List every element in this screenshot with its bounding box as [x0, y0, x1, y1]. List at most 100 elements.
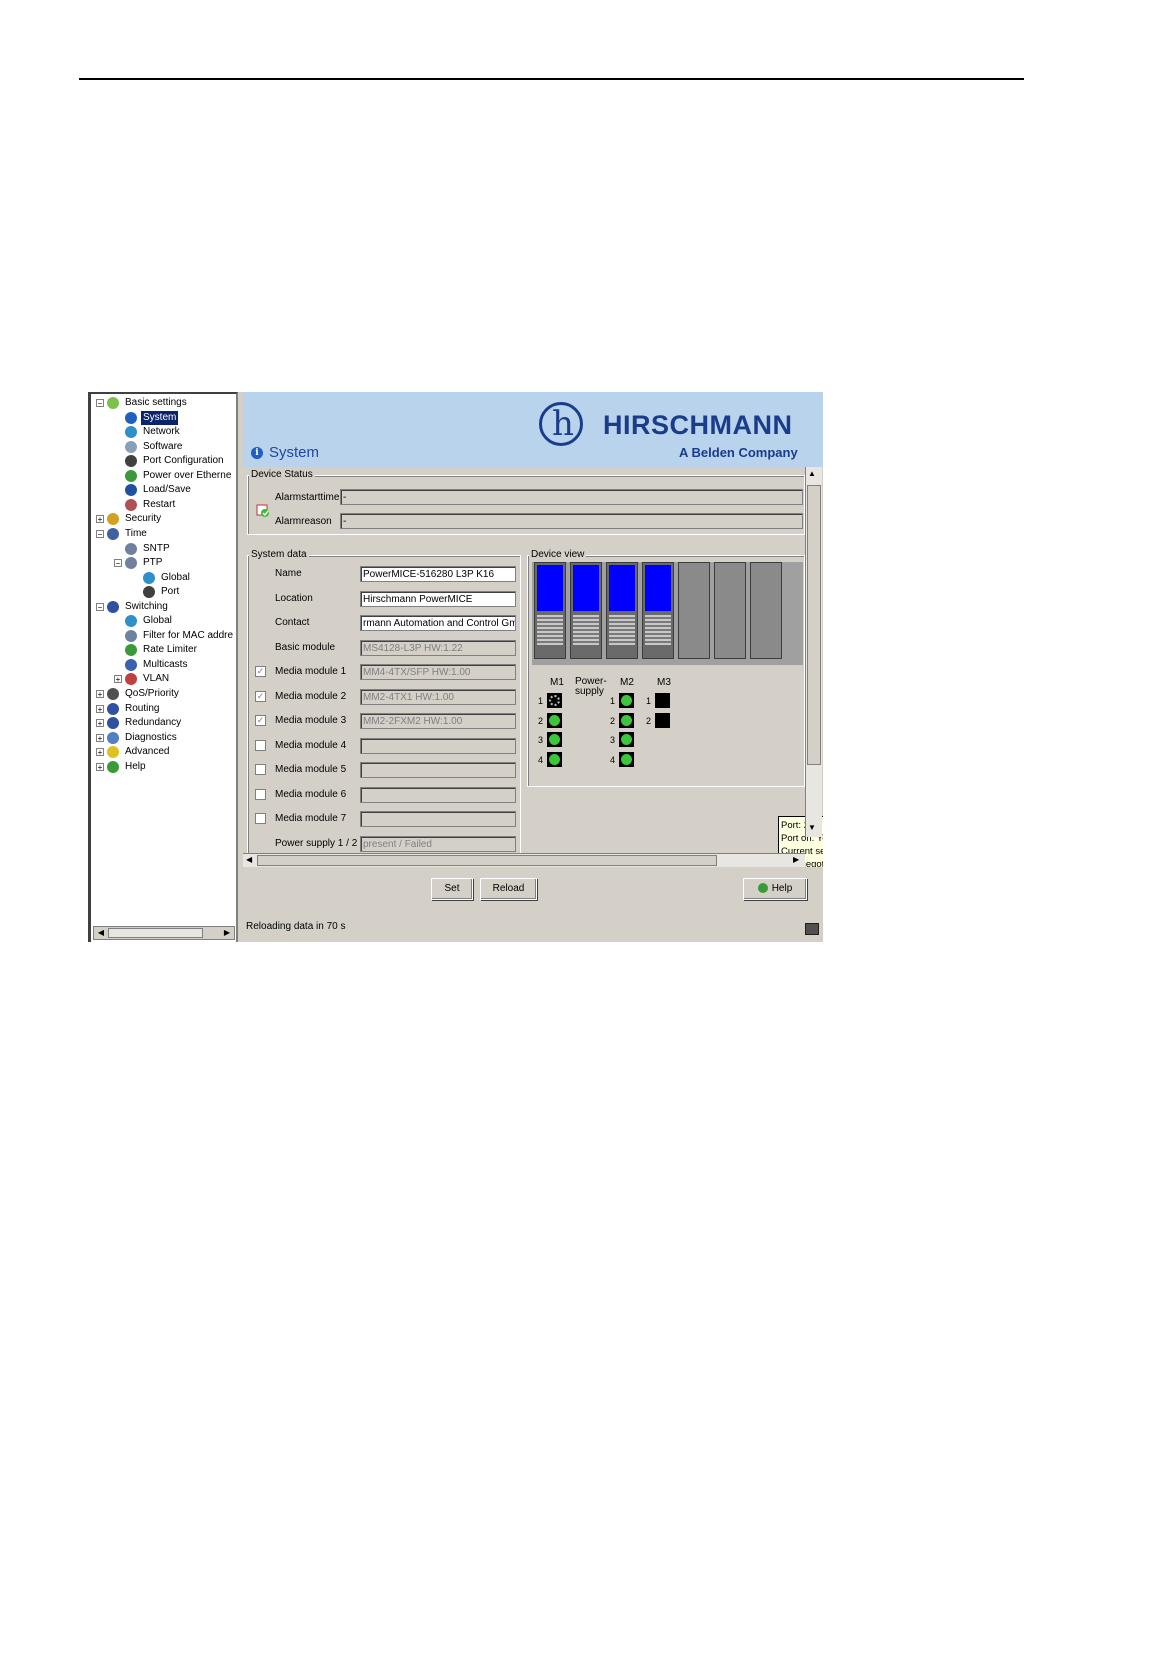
expand-icon[interactable]: + — [96, 704, 104, 713]
tree-item[interactable]: Global — [125, 614, 174, 628]
vertical-scrollbar[interactable]: ▲ ▼ — [805, 467, 822, 837]
system-data-label: Location — [275, 592, 313, 604]
tree-item[interactable]: + Routing — [96, 702, 161, 716]
horizontal-scroll-thumb[interactable] — [257, 855, 717, 866]
expand-icon[interactable]: + — [96, 733, 104, 742]
help-button[interactable]: Help — [743, 878, 807, 900]
system-data-label: Basic module — [275, 641, 336, 653]
scroll-down-icon[interactable]: ▼ — [808, 823, 816, 832]
expand-icon[interactable]: + — [96, 690, 104, 699]
horizontal-scrollbar[interactable]: ◀ ▶ — [243, 853, 805, 867]
tree-item-label: Switching — [125, 600, 168, 612]
tree-node-icon — [125, 629, 137, 642]
media-module-checkbox[interactable]: ✓ — [255, 715, 266, 726]
tree-node-icon — [107, 702, 119, 715]
collapse-icon[interactable]: − — [96, 602, 104, 611]
tree-item[interactable]: − PTP — [114, 556, 164, 570]
tree-item[interactable]: Software — [125, 440, 184, 454]
scroll-right-icon[interactable]: ▶ — [221, 928, 233, 938]
m1-port[interactable] — [547, 712, 562, 728]
tree-item[interactable]: − Switching — [96, 600, 170, 614]
tree-item[interactable]: Power over Etherne — [125, 469, 233, 483]
m1-port[interactable] — [547, 732, 562, 747]
port-number: 4 — [610, 754, 616, 765]
system-data-field[interactable]: PowerMICE-516280 L3P K16 — [360, 566, 516, 582]
vertical-scroll-thumb[interactable] — [807, 485, 821, 765]
tree-item[interactable]: Global — [143, 571, 192, 585]
tree-scroll-thumb[interactable] — [108, 928, 203, 938]
logo-glyph: h — [552, 404, 574, 444]
m1-port[interactable] — [547, 751, 562, 767]
scroll-up-icon[interactable]: ▲ — [808, 469, 816, 478]
system-data-field — [360, 737, 516, 754]
tree-node-icon — [107, 527, 119, 540]
expand-icon[interactable]: + — [96, 515, 104, 524]
navigation-tree[interactable]: − Basic settings System Network Software Port… — [88, 392, 238, 942]
tree-node-icon — [125, 644, 137, 657]
media-module-checkbox[interactable] — [255, 739, 266, 751]
tree-item[interactable]: Port — [143, 585, 181, 599]
system-data-label: Media module 2 — [275, 690, 347, 702]
tree-item[interactable]: + Redundancy — [96, 716, 183, 730]
scroll-left-icon[interactable]: ◀ — [95, 928, 107, 938]
system-data-field[interactable]: Hirschmann PowerMICE — [360, 590, 516, 607]
system-data-field[interactable]: rmann Automation and Control GmbH — [360, 615, 516, 631]
tree-item[interactable]: Port Configuration — [125, 454, 226, 468]
m2-port[interactable] — [619, 712, 634, 728]
tree-item[interactable]: − Basic settings — [96, 396, 189, 410]
tree-item-label: Time — [125, 527, 147, 539]
m2-port[interactable] — [619, 732, 634, 747]
tree-item-label: Restart — [143, 498, 176, 510]
media-module-checkbox[interactable] — [255, 813, 266, 824]
system-data-label: Power supply 1 / 2 — [275, 837, 358, 849]
tree-item[interactable]: + Help — [96, 760, 148, 774]
reload-button[interactable]: Reload — [480, 878, 537, 900]
media-module-checkbox[interactable] — [255, 788, 266, 800]
tree-node-icon — [125, 469, 137, 482]
module-slot-2 — [570, 562, 602, 659]
m1-port[interactable] — [547, 693, 562, 708]
page-title: i System — [251, 444, 319, 461]
tree-item[interactable]: + Diagnostics — [96, 731, 179, 745]
expand-icon[interactable]: + — [114, 675, 122, 684]
module-slot-5 — [678, 562, 710, 659]
set-button[interactable]: Set — [431, 878, 473, 900]
tree-item-label: Software — [143, 440, 183, 452]
expand-icon[interactable]: + — [96, 719, 104, 728]
expand-icon[interactable]: + — [96, 748, 104, 757]
m2-port[interactable] — [619, 693, 634, 708]
tree-item-label: Global — [143, 615, 172, 627]
scroll-right-icon[interactable]: ▶ — [793, 855, 799, 864]
m3-port[interactable] — [655, 712, 670, 728]
collapse-icon[interactable]: − — [96, 399, 104, 408]
expand-icon[interactable]: + — [96, 762, 104, 771]
tree-item[interactable]: + VLAN — [114, 672, 171, 686]
tree-item[interactable]: Rate Limiter — [125, 643, 199, 657]
media-module-checkbox[interactable]: ✓ — [255, 690, 266, 702]
tree-item[interactable]: SNTP — [125, 542, 172, 556]
tree-item[interactable]: + Security — [96, 512, 163, 526]
tree-item[interactable]: − Time — [96, 527, 149, 541]
m3-port[interactable] — [655, 693, 670, 708]
media-module-checkbox[interactable]: ✓ — [255, 666, 266, 677]
system-data-label: Media module 1 — [275, 666, 347, 677]
media-module-checkbox[interactable] — [255, 764, 266, 775]
tree-node-icon — [107, 600, 119, 613]
tree-item[interactable]: Restart — [125, 498, 177, 512]
collapse-icon[interactable]: − — [114, 559, 122, 568]
tree-item[interactable]: Load/Save — [125, 483, 193, 497]
m2-port[interactable] — [619, 751, 634, 767]
tree-item[interactable]: System — [125, 410, 179, 425]
col-m2: M2 — [620, 677, 634, 688]
tree-item[interactable]: + QoS/Priority — [96, 687, 181, 701]
scroll-left-icon[interactable]: ◀ — [246, 855, 252, 864]
tree-horizontal-scrollbar[interactable]: ◀ ▶ — [93, 926, 235, 940]
tree-item[interactable]: Filter for MAC addre — [125, 629, 235, 643]
tree-item-label: VLAN — [143, 673, 170, 685]
collapse-icon[interactable]: − — [96, 529, 104, 538]
status-text: Reloading data in 70 s — [246, 921, 346, 932]
tree-item[interactable]: Network — [125, 425, 182, 439]
tree-item[interactable]: Multicasts — [125, 658, 189, 672]
tree-item[interactable]: + Advanced — [96, 745, 171, 759]
port-number: 1 — [538, 696, 544, 706]
